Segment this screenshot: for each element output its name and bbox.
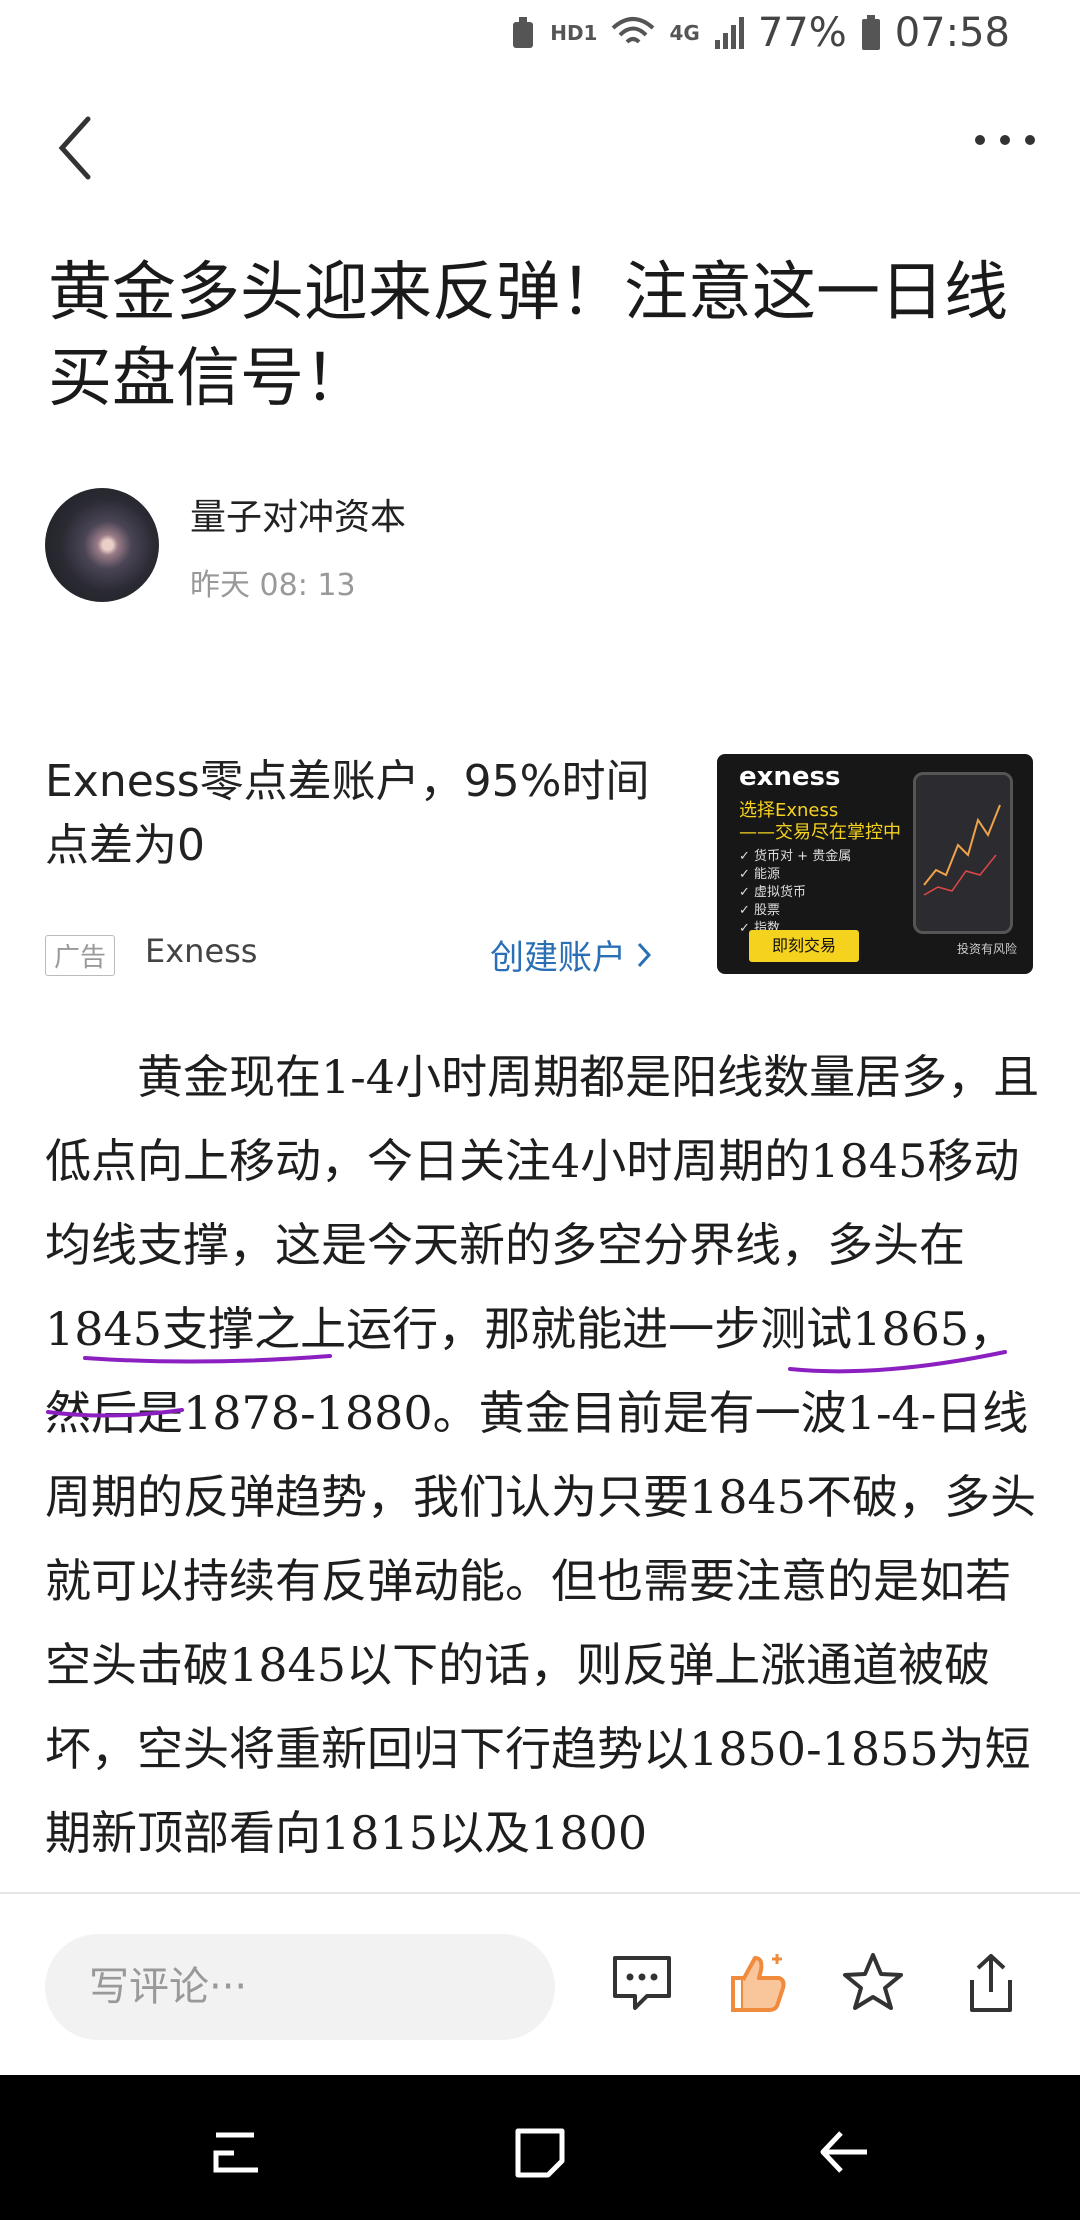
article-body: 黄金现在1-4小时周期都是阳线数量居多，且低点向上移动，今日关注4小时周期的18…	[45, 1050, 1040, 1860]
more-options-icon[interactable]	[970, 125, 1040, 155]
signal-icon	[714, 17, 744, 49]
ad-headline[interactable]: Exness零点差账户，95%时间点差为0	[45, 750, 675, 878]
wifi-icon	[612, 17, 655, 44]
create-account-link[interactable]: 创建账户	[490, 930, 652, 979]
ad-list-item: ✓ 货币对 + 贵金属	[739, 849, 852, 864]
ad-list-item: ✓ 股票	[739, 903, 781, 918]
ad-risk-note: 投资有风险	[956, 942, 1017, 956]
network-label: 4G	[669, 21, 700, 45]
create-account-label: 创建账户	[490, 938, 626, 978]
home-icon[interactable]	[510, 2125, 570, 2180]
ad-tag: 广告	[45, 935, 116, 976]
ad-list-item: ✓ 能源	[739, 867, 781, 882]
ad-brand: Exness	[145, 932, 258, 970]
back-arrow-icon[interactable]	[50, 113, 110, 183]
clean-icon	[513, 17, 534, 48]
top-bar	[0, 95, 1080, 205]
exness-logo: exness	[739, 762, 841, 792]
author-avatar[interactable]	[45, 488, 159, 602]
system-nav-bar	[0, 2075, 1080, 2220]
recent-apps-icon[interactable]	[208, 2125, 268, 2180]
ad-list-item: ✓ 虚拟货币	[739, 885, 807, 900]
ad-image-line2: ——交易尽在掌控中	[739, 822, 901, 843]
chevron-right-icon	[637, 942, 652, 967]
status-icons: HD1 4G 77% 07:58	[510, 10, 1010, 56]
ad-image[interactable]: exness 选择Exness ——交易尽在掌控中 ✓ 货币对 + 贵金属 ✓ …	[717, 754, 1033, 974]
bottom-action-bar: 写评论···	[0, 1894, 1080, 2074]
share-icon[interactable]	[958, 1950, 1024, 2016]
status-bar: HD1 4G 77% 07:58	[0, 0, 1080, 72]
ad-card[interactable]: Exness零点差账户，95%时间点差为0 广告 Exness 创建账户 exn…	[45, 750, 1035, 980]
clock: 07:58	[894, 10, 1010, 56]
battery-percent: 77%	[757, 10, 847, 56]
author-block[interactable]: 量子对冲资本 昨天 08: 13	[45, 488, 945, 618]
ad-image-list: ✓ 货币对 + 贵金属 ✓ 能源 ✓ 虚拟货币 ✓ 股票 ✓ 指数	[739, 848, 851, 938]
publish-time: 昨天 08: 13	[190, 568, 356, 603]
comments-icon[interactable]	[609, 1950, 675, 2016]
ad-trade-button[interactable]: 即刻交易	[749, 930, 859, 962]
like-icon[interactable]	[725, 1950, 791, 2016]
article-title: 黄金多头迎来反弹！注意这一日线买盘信号！	[48, 256, 1008, 416]
favorite-star-icon[interactable]	[840, 1950, 906, 2016]
phone-chart-graphic	[913, 772, 1013, 934]
nav-back-icon[interactable]	[815, 2125, 875, 2180]
comment-input[interactable]: 写评论···	[45, 1934, 555, 2040]
battery-icon	[861, 15, 880, 50]
author-name[interactable]: 量子对冲资本	[190, 488, 406, 540]
hd-label: HD1	[550, 21, 598, 45]
